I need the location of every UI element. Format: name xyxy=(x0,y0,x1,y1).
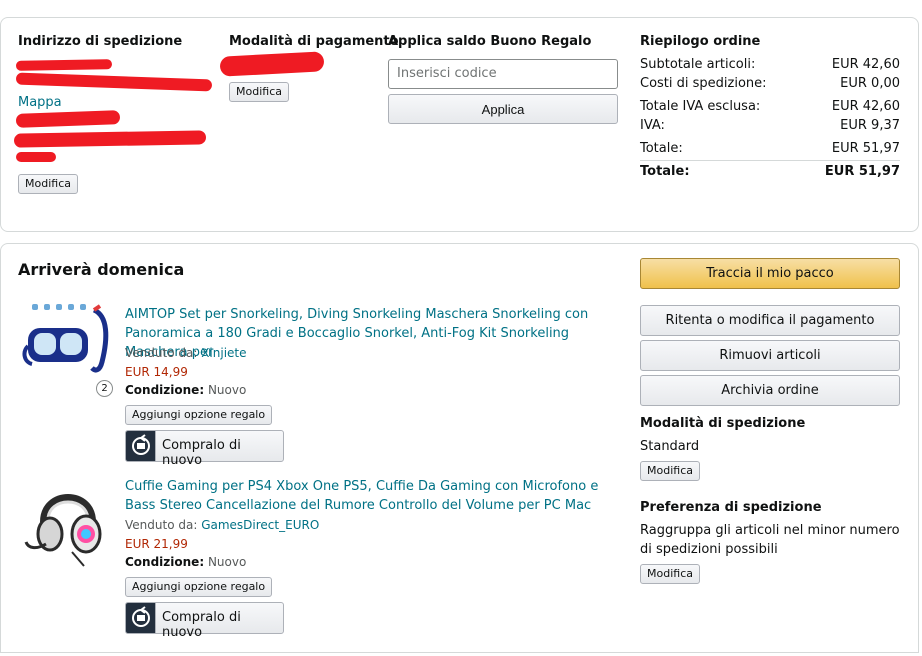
buy-again-button[interactable]: Compralo di nuovo xyxy=(125,430,284,468)
summary-row-total-excl-vat: Totale IVA esclusa: EUR 42,60 xyxy=(640,99,900,114)
edit-payment-button[interactable]: Modifica xyxy=(229,82,289,102)
item-price: EUR 21,99 xyxy=(125,537,188,551)
shipping-address-heading: Indirizzo di spedizione xyxy=(18,34,183,49)
item-condition: Condizione: Nuovo xyxy=(125,555,247,569)
sold-by: Venduto da: GamesDirect_EURO xyxy=(125,518,320,532)
remove-items-button[interactable]: Rimuovi articoli xyxy=(640,340,900,371)
shipping-method-value: Standard xyxy=(640,439,700,454)
redacted-address-line xyxy=(15,59,113,71)
item-condition: Condizione: Nuovo xyxy=(125,383,247,397)
seller-link[interactable]: Xinjiete xyxy=(201,346,246,360)
shipping-preference-value: Raggruppa gli articoli nel minor numero … xyxy=(640,523,900,557)
sold-by: Venduto da: Xinjiete xyxy=(125,346,247,360)
summary-row-vat: IVA: EUR 9,37 xyxy=(640,118,900,133)
summary-row-total: Totale: EUR 51,97 xyxy=(640,141,900,156)
gaming-headset-thumbnail xyxy=(24,494,102,567)
shipping-preference-heading: Preferenza di spedizione xyxy=(640,500,822,515)
buy-again-icon xyxy=(126,431,156,461)
edit-shipping-preference-button[interactable]: Modifica xyxy=(640,564,700,584)
map-link[interactable]: Mappa xyxy=(18,95,62,110)
top-cutoff-text xyxy=(0,0,922,8)
seller-link[interactable]: GamesDirect_EURO xyxy=(201,518,319,532)
archive-order-button[interactable]: Archivia ordine xyxy=(640,375,900,406)
summary-row-grand-total: Totale: EUR 51,97 xyxy=(640,164,900,179)
payment-method-heading: Modalità di pagamento xyxy=(229,34,399,49)
summary-row-subtotal: Subtotale articoli: EUR 42,60 xyxy=(640,57,900,72)
retry-payment-button[interactable]: Ritenta o modifica il pagamento xyxy=(640,305,900,336)
buy-again-icon xyxy=(126,603,156,633)
order-summary-heading: Riepilogo ordine xyxy=(640,34,761,49)
edit-shipping-address-button[interactable]: Modifica xyxy=(18,174,78,194)
gift-card-heading: Applica saldo Buono Regalo xyxy=(388,34,592,49)
item-price: EUR 14,99 xyxy=(125,365,188,379)
apply-gift-button[interactable]: Applica xyxy=(388,94,618,124)
redacted-address-line xyxy=(16,152,56,162)
gift-code-input[interactable]: Inserisci codice xyxy=(388,59,618,89)
shipping-method-heading: Modalità di spedizione xyxy=(640,416,806,431)
summary-row-shipping: Costi di spedizione: EUR 0,00 xyxy=(640,76,900,91)
arrival-heading: Arriverà domenica xyxy=(18,260,185,279)
buy-again-button[interactable]: Compralo di nuovo xyxy=(125,602,284,640)
item-title-link[interactable]: Cuffie Gaming per PS4 Xbox One PS5, Cuff… xyxy=(125,477,620,515)
summary-divider xyxy=(640,160,900,161)
track-package-button[interactable]: Traccia il mio pacco xyxy=(640,258,900,289)
edit-shipping-method-button[interactable]: Modifica xyxy=(640,461,700,481)
add-gift-option-button[interactable]: Aggiungi opzione regalo xyxy=(125,577,273,597)
add-gift-option-button[interactable]: Aggiungi opzione regalo xyxy=(125,405,273,425)
quantity-badge: 2 xyxy=(96,380,113,397)
